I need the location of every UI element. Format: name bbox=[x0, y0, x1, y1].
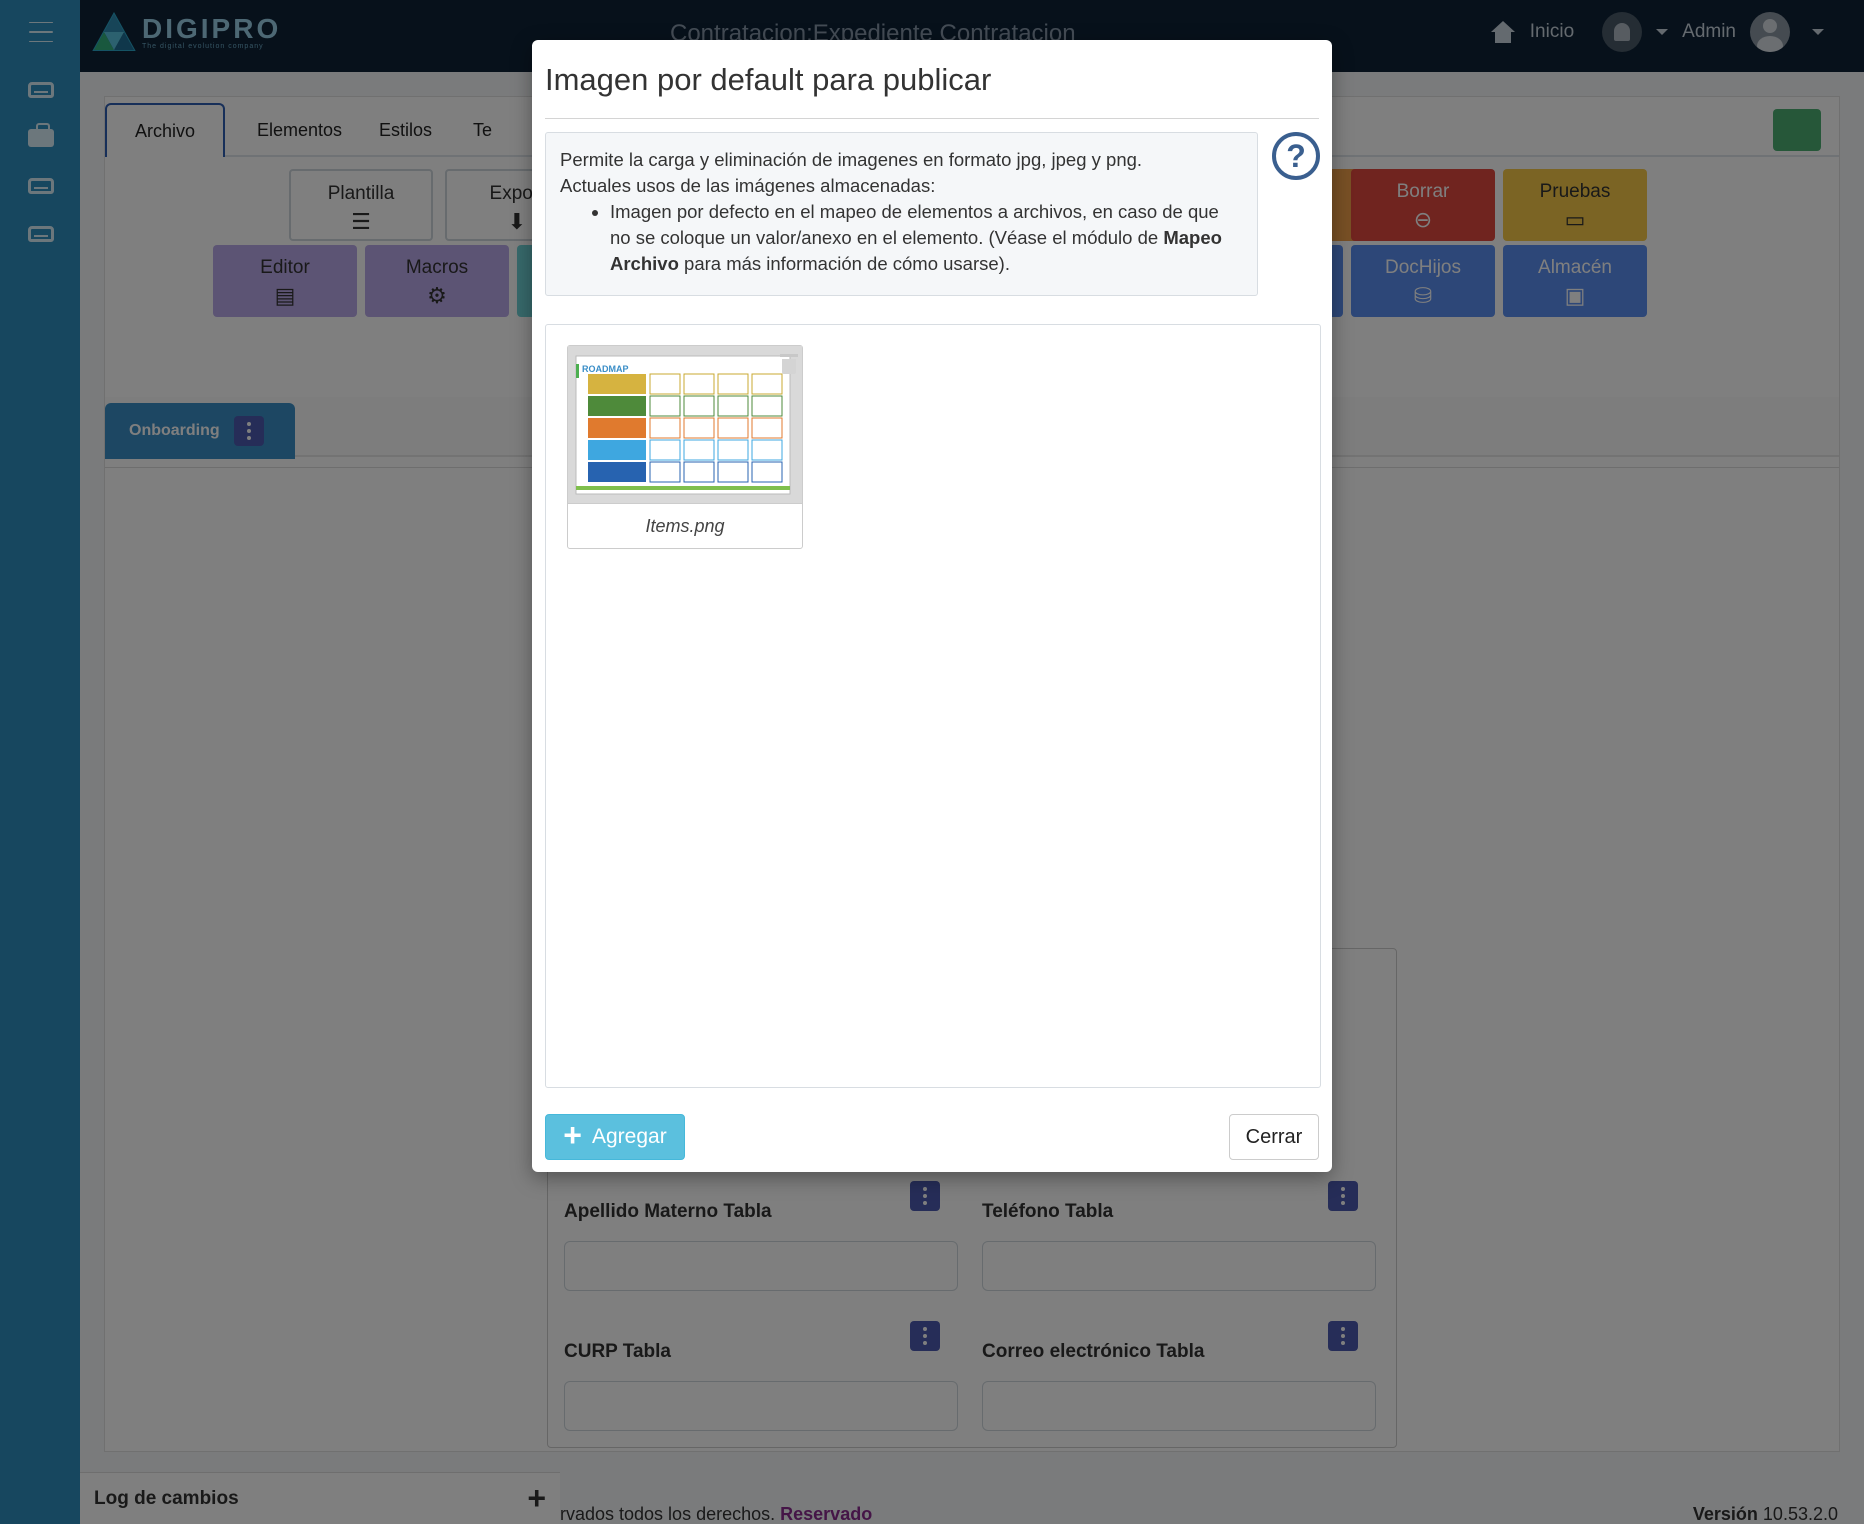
info-line: Permite la carga y eliminación de imagen… bbox=[560, 149, 1143, 170]
divider bbox=[545, 118, 1319, 119]
trash-icon[interactable] bbox=[780, 352, 798, 374]
image-preview: ROADMAP bbox=[568, 346, 802, 504]
plus-icon: + bbox=[563, 1117, 582, 1153]
image-gallery: ROADMAP Items.png bbox=[545, 324, 1321, 1088]
info-bullet: Imagen por defecto en el mapeo de elemen… bbox=[610, 199, 1243, 277]
roadmap-thumbnail-icon: ROADMAP bbox=[568, 346, 802, 503]
image-card[interactable]: ROADMAP Items.png bbox=[567, 345, 803, 549]
info-bullet-text: para más información de cómo usarse). bbox=[678, 253, 1010, 274]
info-list: Imagen por defecto en el mapeo de elemen… bbox=[610, 199, 1243, 277]
info-box: Permite la carga y eliminación de imagen… bbox=[545, 132, 1258, 296]
help-icon[interactable]: ? bbox=[1272, 132, 1320, 180]
info-bullet-text: Imagen por defecto en el mapeo de elemen… bbox=[610, 201, 1219, 248]
image-dialog: Imagen por default para publicar Permite… bbox=[532, 40, 1332, 1172]
image-filename: Items.png bbox=[645, 516, 725, 536]
thumbnail-title: ROADMAP bbox=[582, 364, 629, 374]
dialog-title: Imagen por default para publicar bbox=[545, 62, 992, 97]
add-label: Agregar bbox=[591, 1125, 667, 1148]
info-line: Actuales usos de las imágenes almacenada… bbox=[560, 175, 936, 196]
add-image-button[interactable]: + Agregar bbox=[545, 1114, 685, 1160]
close-button[interactable]: Cerrar bbox=[1229, 1114, 1319, 1160]
